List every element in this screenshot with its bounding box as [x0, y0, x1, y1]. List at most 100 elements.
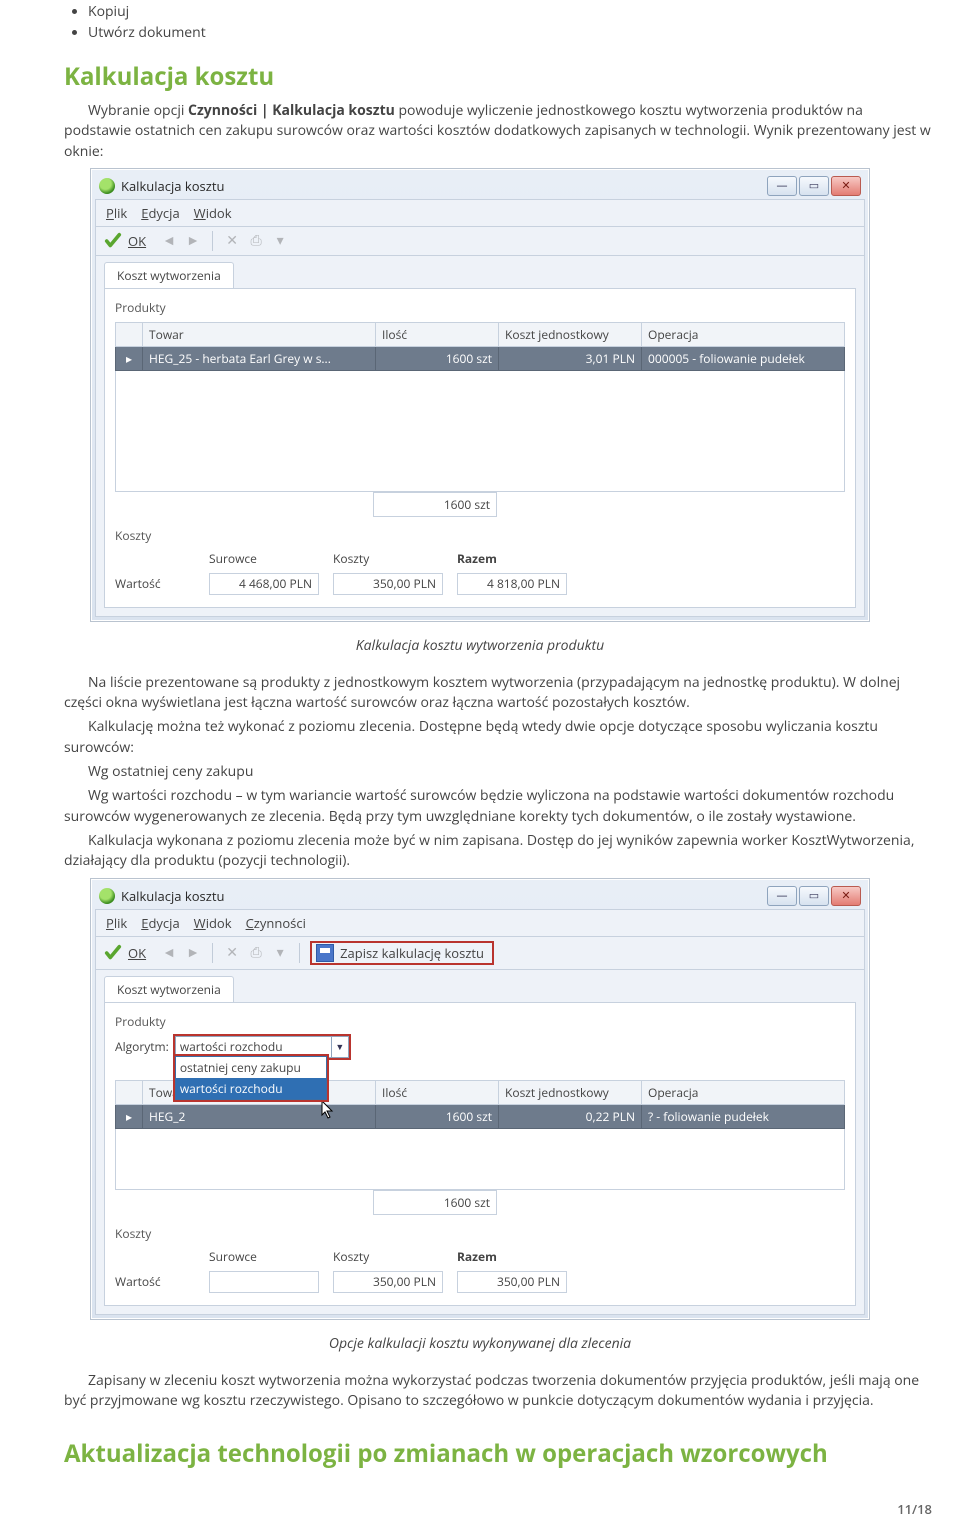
tab-koszt-wytworzenia[interactable]: Koszt wytworzenia: [104, 976, 234, 1002]
nav-prev-icon: ◄: [160, 944, 178, 962]
table-row[interactable]: ▸ HEG_25 - herbata Earl Grey w s... 1600…: [116, 346, 845, 370]
val-razem: 4 818,00 PLN: [457, 573, 567, 595]
app-icon: [99, 888, 115, 904]
print-icon: ⎙: [247, 944, 265, 962]
text-bold: Czynności | Kalkulacja kosztu: [188, 101, 395, 120]
cell-ilosc: 1600 szt: [376, 1104, 499, 1128]
save-icon: [316, 944, 334, 962]
paragraph: Wg wartości rozchodu – w tym wariancie w…: [64, 786, 932, 827]
paragraph: Na liście prezentowane są produkty z jed…: [64, 673, 932, 714]
save-kalkulacja-button[interactable]: Zapisz kalkulację kosztu: [310, 941, 494, 965]
row-label-wartosc: Wartość: [115, 1273, 195, 1290]
menu-widok[interactable]: Widok: [194, 914, 232, 932]
cell-operacja: 000005 - foliowanie pudełek: [642, 346, 845, 370]
heading-aktualizacja: Aktualizacja technologii po zmianach w o…: [64, 1437, 932, 1470]
val-surowce: 4 468,00 PLN: [209, 573, 319, 595]
group-produkty: Produkty: [115, 1013, 845, 1030]
algorytm-dropdown[interactable]: ostatniej ceny zakupu wartości rozchodu: [175, 1056, 327, 1100]
col-ilosc[interactable]: Ilość: [376, 1080, 499, 1104]
cell-towar: HEG_2: [143, 1104, 376, 1128]
paragraph: Kalkulacja wykonana z poziomu zlecenia m…: [64, 831, 932, 872]
col-ilosc[interactable]: Ilość: [376, 322, 499, 346]
ok-button[interactable]: OK: [128, 232, 146, 250]
ok-icon[interactable]: [104, 232, 122, 250]
group-produkty: Produkty: [115, 299, 845, 316]
sum-ilosc: 1600 szt: [374, 492, 497, 516]
val-surowce: [209, 1271, 319, 1293]
text: Wybranie opcji: [88, 101, 188, 120]
close-button[interactable]: ✕: [831, 886, 861, 906]
ok-button[interactable]: OK: [128, 944, 146, 962]
paragraph: Kalkulację można też wykonać z poziomu z…: [64, 717, 932, 758]
dropdown-icon: ▾: [271, 944, 289, 962]
nav-prev-icon: ◄: [160, 232, 178, 250]
option-ostatniej-ceny[interactable]: ostatniej ceny zakupu: [176, 1057, 326, 1078]
option-wartosci-rozchodu[interactable]: wartości rozchodu: [176, 1078, 326, 1099]
window-kalkulacja-2: Kalkulacja kosztu — ▭ ✕ Plik Edycja Wido…: [90, 878, 870, 1320]
maximize-button[interactable]: ▭: [799, 886, 829, 906]
paragraph: Wybranie opcji Czynności | Kalkulacja ko…: [64, 101, 932, 162]
menu-widok[interactable]: Widok: [194, 204, 232, 222]
save-label: Zapisz kalkulację kosztu: [340, 944, 484, 962]
minimize-button[interactable]: —: [767, 886, 797, 906]
col-kj[interactable]: Koszt jednostkowy: [499, 1080, 642, 1104]
chevron-down-icon[interactable]: ▼: [331, 1037, 348, 1057]
app-icon: [99, 178, 115, 194]
menu-edycja[interactable]: Edycja: [141, 914, 179, 932]
tool-icon: ✕: [223, 232, 241, 250]
tab-koszt-wytworzenia[interactable]: Koszt wytworzenia: [104, 262, 234, 288]
list-item: Utwórz dokument: [88, 23, 932, 42]
menu-plik[interactable]: Plik: [106, 204, 127, 222]
maximize-button[interactable]: ▭: [799, 176, 829, 196]
val-koszty: 350,00 PLN: [333, 1271, 443, 1293]
dropdown-icon: ▾: [271, 232, 289, 250]
minimize-button[interactable]: —: [767, 176, 797, 196]
cell-towar: HEG_25 - herbata Earl Grey w s...: [143, 346, 376, 370]
print-icon: ⎙: [247, 232, 265, 250]
sum-ilosc: 1600 szt: [374, 1190, 497, 1214]
menu-plik[interactable]: Plik: [106, 914, 127, 932]
figure-caption: Opcje kalkulacji kosztu wykonywanej dla …: [28, 1334, 932, 1353]
nav-next-icon: ►: [184, 944, 202, 962]
group-koszty: Koszty: [115, 1225, 845, 1242]
algorytm-select[interactable]: wartości rozchodu ▼ ostatniej ceny zakup…: [175, 1036, 349, 1058]
cell-ilosc: 1600 szt: [376, 346, 499, 370]
group-koszty: Koszty: [115, 527, 845, 544]
close-button[interactable]: ✕: [831, 176, 861, 196]
hdr-koszty: Koszty: [333, 550, 443, 567]
val-razem: 350,00 PLN: [457, 1271, 567, 1293]
paragraph: Wg ostatniej ceny zakupu: [64, 762, 932, 782]
row-label-wartosc: Wartość: [115, 575, 195, 592]
col-operacja[interactable]: Operacja: [642, 322, 845, 346]
tool-icon: ✕: [223, 944, 241, 962]
hdr-razem: Razem: [457, 1248, 567, 1265]
heading-kalkulacja: Kalkulacja kosztu: [64, 60, 932, 93]
nav-next-icon: ►: [184, 232, 202, 250]
table-row[interactable]: ▸ HEG_2 1600 szt 0,22 PLN ? - foliowanie…: [116, 1104, 845, 1128]
hdr-surowce: Surowce: [209, 1248, 319, 1265]
paragraph: Zapisany w zleceniu koszt wytworzenia mo…: [64, 1371, 932, 1412]
cell-kj: 0,22 PLN: [499, 1104, 642, 1128]
col-operacja[interactable]: Operacja: [642, 1080, 845, 1104]
ok-icon[interactable]: [104, 944, 122, 962]
page-number: 11/18: [28, 1500, 932, 1518]
window-title: Kalkulacja kosztu: [121, 177, 767, 195]
figure-caption: Kalkulacja kosztu wytworzenia produktu: [28, 636, 932, 655]
hdr-surowce: Surowce: [209, 550, 319, 567]
cell-kj: 3,01 PLN: [499, 346, 642, 370]
menu-czynnosci[interactable]: Czynności: [246, 914, 306, 932]
hdr-koszty: Koszty: [333, 1248, 443, 1265]
hdr-razem: Razem: [457, 550, 567, 567]
menu-edycja[interactable]: Edycja: [141, 204, 179, 222]
window-kalkulacja-1: Kalkulacja kosztu — ▭ ✕ Plik Edycja Wido…: [90, 168, 870, 622]
algorytm-value: wartości rozchodu: [180, 1038, 283, 1055]
cursor-icon: [320, 1099, 336, 1119]
products-table: Towar Ilość Koszt jednostkowy Operacja ▸…: [115, 322, 845, 371]
list-item: Kopiuj: [88, 2, 932, 21]
val-koszty: 350,00 PLN: [333, 573, 443, 595]
algorytm-label: Algorytm:: [115, 1038, 169, 1055]
cell-operacja: ? - foliowanie pudełek: [642, 1104, 845, 1128]
col-kj[interactable]: Koszt jednostkowy: [499, 322, 642, 346]
window-title: Kalkulacja kosztu: [121, 887, 767, 905]
col-towar[interactable]: Towar: [143, 322, 376, 346]
